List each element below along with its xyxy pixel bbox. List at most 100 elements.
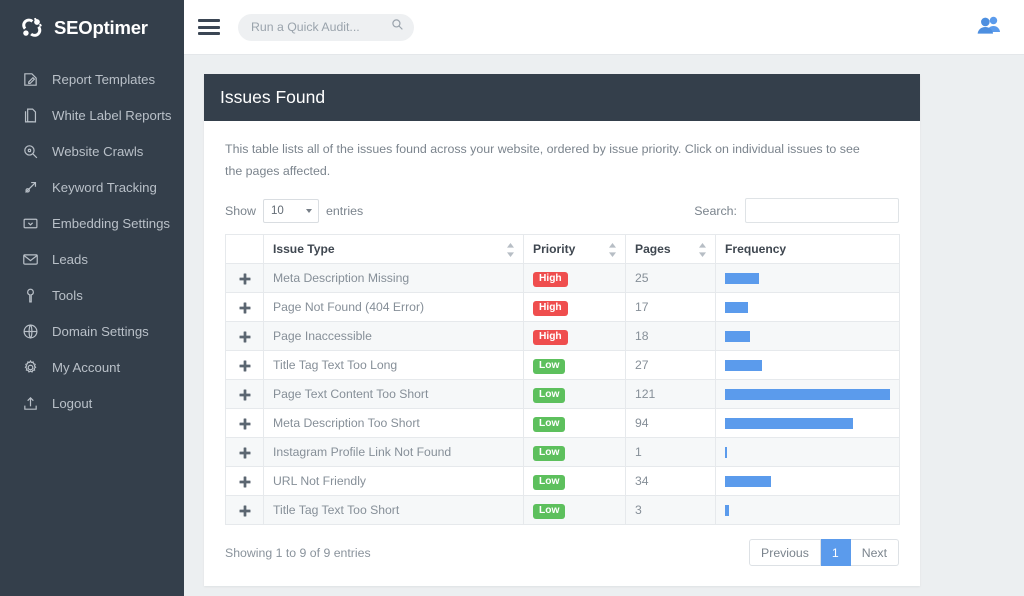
col-issue-type[interactable]: Issue Type [264,235,524,264]
expand-row-cell[interactable] [226,293,264,322]
embed-box-icon [22,215,39,232]
sidebar-item-label: Embedding Settings [52,216,170,231]
table-row[interactable]: Page Text Content Too Short Low 121 [226,380,900,409]
pages-count-cell: 34 [626,467,716,496]
frequency-cell [716,293,900,322]
issue-type-cell: URL Not Friendly [264,467,524,496]
frequency-bar [725,273,759,284]
col-pages-label: Pages [635,242,671,256]
quick-audit-input[interactable] [251,20,391,34]
expand-row-cell[interactable] [226,409,264,438]
sidebar-item-my-account[interactable]: My Account [0,349,184,385]
sidebar-item-leads[interactable]: Leads [0,241,184,277]
sidebar-item-keyword-tracking[interactable]: Keyword Tracking [0,169,184,205]
users-icon[interactable] [976,15,1002,40]
chevron-down-icon [306,209,312,213]
col-priority[interactable]: Priority [524,235,626,264]
sidebar-item-embedding-settings[interactable]: Embedding Settings [0,205,184,241]
table-row[interactable]: Meta Description MissingHigh25 [226,264,900,293]
frequency-cell [716,264,900,293]
pages-count-cell: 94 [626,409,716,438]
pagination-button[interactable]: Next [851,539,899,566]
expand-row-cell[interactable] [226,264,264,293]
sidebar-item-website-crawls[interactable]: Website Crawls [0,133,184,169]
envelope-icon [22,251,39,268]
frequency-cell [716,438,900,467]
expand-row-cell[interactable] [226,351,264,380]
sidebar-item-label: Website Crawls [52,144,143,159]
topbar [184,0,1024,55]
expand-row-cell[interactable] [226,380,264,409]
globe-icon [22,323,39,340]
pagination-button[interactable]: 1 [821,539,851,566]
sidebar-item-tools[interactable]: Tools [0,277,184,313]
edit-document-icon [22,71,39,88]
priority-cell: Low [524,467,626,496]
search-input[interactable] [745,198,899,223]
sidebar-item-label: Keyword Tracking [52,180,157,195]
col-pages[interactable]: Pages [626,235,716,264]
issue-type-cell: Meta Description Too Short [264,409,524,438]
sidebar-item-white-label-reports[interactable]: White Label Reports [0,97,184,133]
expand-row-cell[interactable] [226,438,264,467]
sidebar-nav: Report Templates White Label Reports Web… [0,55,184,421]
issue-type-cell: Page Text Content Too Short [264,380,524,409]
quick-audit-search[interactable] [238,14,414,41]
priority-cell: Low [524,380,626,409]
copy-documents-icon [22,107,39,124]
content-area: Issues Found This table lists all of the… [184,55,1024,596]
frequency-bar [725,418,853,429]
search-label: Search: [694,204,737,218]
pagination-button[interactable]: Previous [749,539,821,566]
frequency-bar [725,331,750,342]
issue-type-cell: Meta Description Missing [264,264,524,293]
frequency-cell [716,380,900,409]
pagination: Previous1Next [749,539,899,566]
table-row[interactable]: URL Not Friendly Low 34 [226,467,900,496]
issue-type-cell: Title Tag Text Too Long [264,351,524,380]
sidebar-item-domain-settings[interactable]: Domain Settings [0,313,184,349]
table-row[interactable]: Title Tag Text Too LongLow27 [226,351,900,380]
pages-count-cell: 1 [626,438,716,467]
table-head: Issue Type Priority [226,235,900,264]
priority-cell: Low [524,496,626,525]
sort-updown-icon [506,243,515,255]
status-badge: High [533,272,568,287]
sidebar: SEOptimer Report Templates White Label R… [0,0,184,596]
expand-row-cell[interactable] [226,322,264,351]
status-badge: Low [533,475,565,490]
plus-icon [239,416,251,430]
col-priority-label: Priority [533,242,575,256]
priority-cell: Low [524,409,626,438]
status-badge: Low [533,417,565,432]
expand-row-cell[interactable] [226,496,264,525]
sidebar-item-logout[interactable]: Logout [0,385,184,421]
status-badge: Low [533,359,565,374]
table-row[interactable]: Page InaccessibleHigh18 [226,322,900,351]
table-row[interactable]: Instagram Profile Link Not FoundLow1 [226,438,900,467]
table-body: Meta Description MissingHigh25Page Not F… [226,264,900,525]
page-length-value: 10 [271,205,284,217]
table-controls: Show 10 entries Search: [225,198,899,223]
col-frequency: Frequency [716,235,900,264]
plus-icon [239,474,251,488]
issue-type-cell: Instagram Profile Link Not Found [264,438,524,467]
status-badge: Low [533,388,565,403]
frequency-bar [725,302,748,313]
sidebar-item-label: Report Templates [52,72,155,87]
hamburger-icon[interactable] [198,19,220,35]
table-row[interactable]: Page Not Found (404 Error)High17 [226,293,900,322]
table-row[interactable]: Title Tag Text Too ShortLow3 [226,496,900,525]
expand-row-cell[interactable] [226,467,264,496]
brand[interactable]: SEOptimer [0,0,184,55]
app-root: SEOptimer Report Templates White Label R… [0,0,1024,596]
page-length-select[interactable]: 10 [263,199,319,223]
seoptimer-logo-icon [18,14,45,41]
pages-count-cell: 121 [626,380,716,409]
logout-upload-icon [22,395,39,412]
priority-cell: High [524,293,626,322]
plus-icon [239,445,251,459]
pages-count-cell: 3 [626,496,716,525]
sidebar-item-report-templates[interactable]: Report Templates [0,61,184,97]
table-row[interactable]: Meta Description Too Short Low 94 [226,409,900,438]
